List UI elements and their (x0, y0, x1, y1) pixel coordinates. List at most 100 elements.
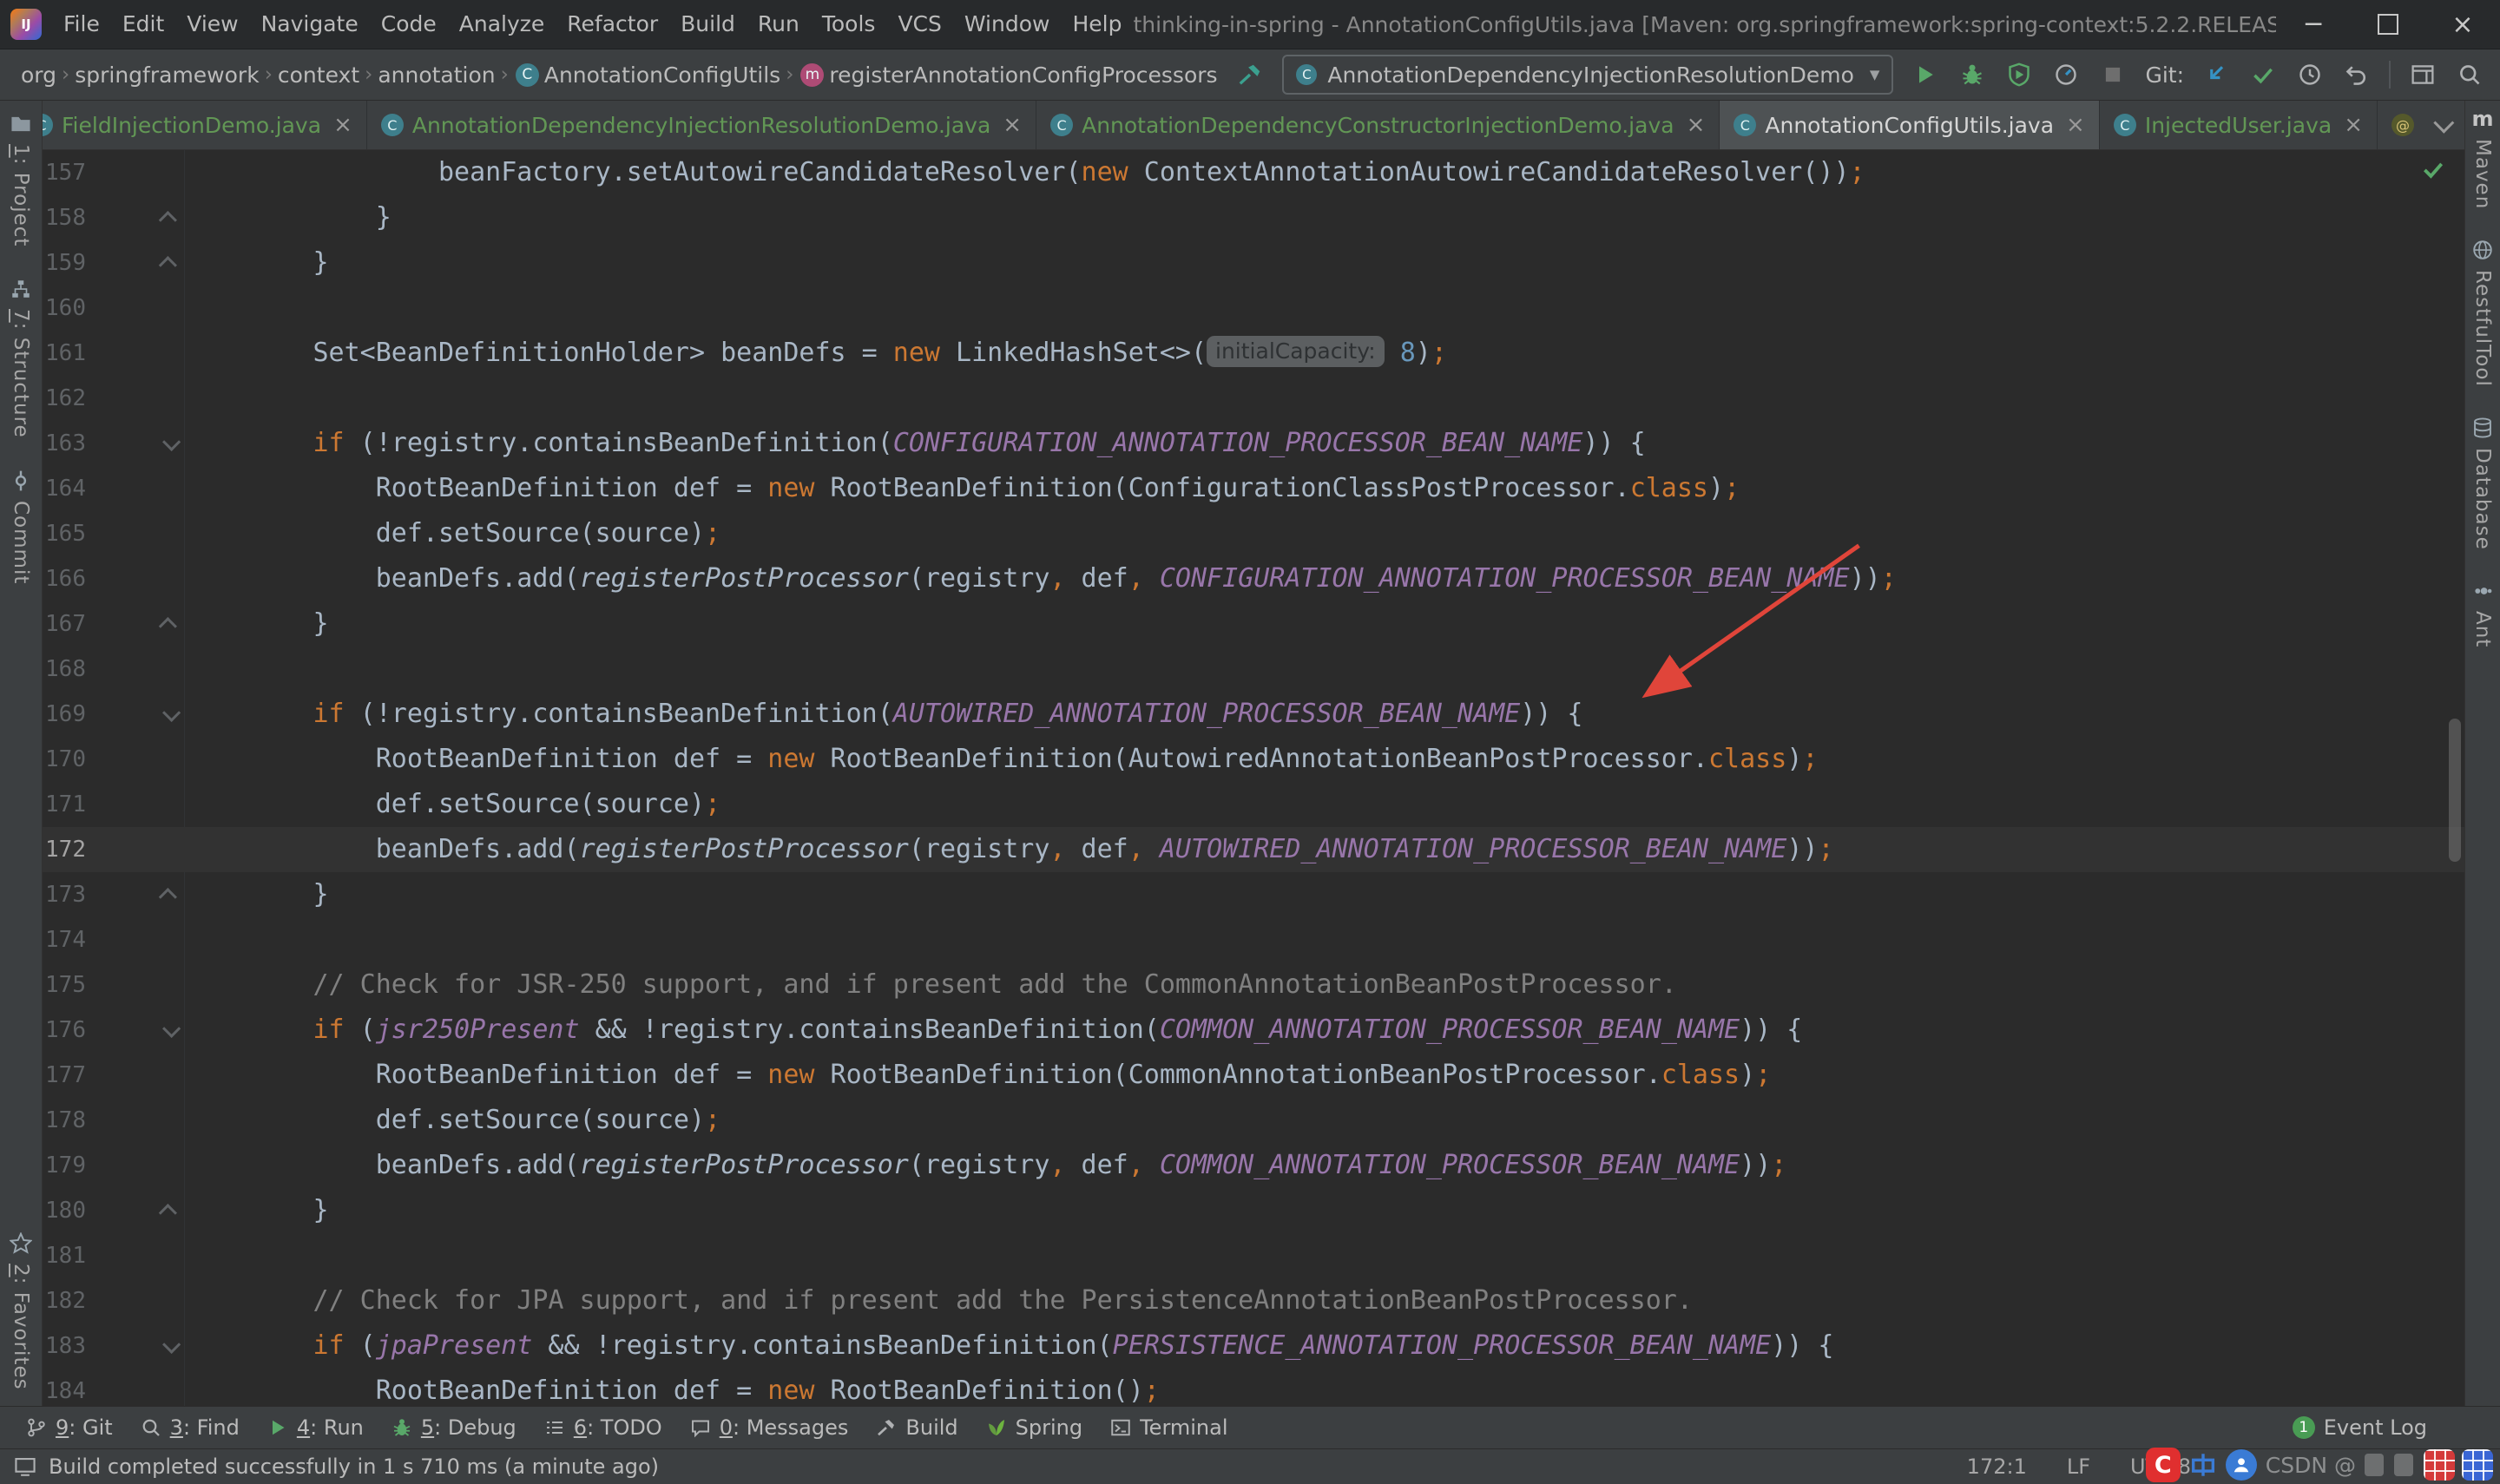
menu-refactor[interactable]: Refactor (556, 0, 669, 49)
fold-marker[interactable] (155, 240, 183, 286)
toolwindow-switcher-icon[interactable] (14, 1455, 36, 1478)
event-log-button[interactable]: 1 Event Log (2293, 1415, 2427, 1440)
run-button[interactable] (1911, 60, 1940, 89)
build-hammer-icon[interactable] (1235, 60, 1265, 89)
git-update-icon[interactable] (2201, 60, 2231, 89)
tool-button-database[interactable]: Database (2471, 417, 2494, 550)
code-line-160[interactable]: 160 (43, 286, 2464, 331)
tool-button-1-project[interactable]: 1: Project (10, 113, 32, 246)
editor-scrollbar[interactable] (2449, 719, 2461, 862)
inspections-ok-icon[interactable] (2421, 157, 2445, 181)
code-line-158[interactable]: 158 } (43, 195, 2464, 240)
breadcrumb-item[interactable]: AnnotationConfigUtils (544, 62, 780, 88)
run-config-selector[interactable]: C AnnotationDependencyInjectionResolutio… (1282, 55, 1893, 95)
toolwindow-build[interactable]: Build (862, 1407, 971, 1448)
breadcrumb-item[interactable]: context (278, 62, 359, 88)
breadcrumb-item[interactable]: registerAnnotationConfigProcessors (829, 62, 1217, 88)
close-tab-icon[interactable]: × (1687, 112, 1706, 138)
fold-marker[interactable] (155, 601, 183, 647)
menu-view[interactable]: View (175, 0, 249, 49)
close-tab-icon[interactable]: × (2344, 112, 2363, 138)
profiler-button[interactable] (2051, 60, 2081, 89)
close-tab-icon[interactable]: × (2066, 112, 2085, 138)
code-line-169[interactable]: 169 if (!registry.containsBeanDefinition… (43, 692, 2464, 737)
code-line-162[interactable]: 162 (43, 376, 2464, 421)
close-tab-icon[interactable]: × (333, 112, 352, 138)
minimize-button[interactable]: ─ (2276, 0, 2351, 49)
code-line-165[interactable]: 165 def.setSource(source); (43, 511, 2464, 556)
code-line-171[interactable]: 171 def.setSource(source); (43, 782, 2464, 827)
code-line-167[interactable]: 167 } (43, 601, 2464, 647)
caret-position[interactable]: 172:1 (1967, 1454, 2027, 1479)
toolwindow-6-todo[interactable]: 6: TODO (530, 1407, 676, 1448)
tool-button-ant[interactable]: Ant (2471, 580, 2494, 647)
menu-edit[interactable]: Edit (111, 0, 175, 49)
layout-windows-icon[interactable] (2408, 60, 2438, 89)
code-line-182[interactable]: 182 // Check for JPA support, and if pre… (43, 1278, 2464, 1323)
code-editor[interactable]: 157 beanFactory.setAutowireCandidateReso… (43, 150, 2464, 1406)
menu-vcs[interactable]: VCS (886, 0, 952, 49)
tab-injecteduser-java[interactable]: CInjectedUser.java× (2100, 101, 2378, 149)
code-line-172[interactable]: 172 beanDefs.add(registerPostProcessor(r… (43, 827, 2464, 872)
fold-marker[interactable] (155, 692, 183, 737)
tool-button-maven[interactable]: mMaven (2471, 108, 2494, 209)
code-line-161[interactable]: 161 Set<BeanDefinitionHolder> beanDefs =… (43, 331, 2464, 376)
code-line-181[interactable]: 181 (43, 1233, 2464, 1278)
tool-button-7-structure[interactable]: 7: Structure (10, 278, 32, 438)
maximize-button[interactable] (2351, 0, 2425, 49)
menu-analyze[interactable]: Analyze (448, 0, 556, 49)
code-line-168[interactable]: 168 (43, 647, 2464, 692)
history-clock-icon[interactable] (2295, 60, 2325, 89)
code-line-176[interactable]: 176 if (jsr250Present && !registry.conta… (43, 1008, 2464, 1053)
tab-annotationconfigutils-java[interactable]: CAnnotationConfigUtils.java× (1720, 101, 2099, 149)
line-ending[interactable]: LF (2067, 1454, 2090, 1479)
tool-button-commit[interactable]: Commit (10, 469, 32, 584)
run-with-coverage-button[interactable] (2004, 60, 2034, 89)
code-line-183[interactable]: 183 if (jpaPresent && !registry.contains… (43, 1323, 2464, 1369)
toolwindow-5-debug[interactable]: 5: Debug (378, 1407, 530, 1448)
fold-marker[interactable] (155, 1008, 183, 1053)
code-line-175[interactable]: 175 // Check for JSR-250 support, and if… (43, 962, 2464, 1008)
menu-navigate[interactable]: Navigate (250, 0, 370, 49)
fold-marker[interactable] (155, 421, 183, 466)
menu-run[interactable]: Run (747, 0, 811, 49)
tab-autowired-java[interactable]: @Autowired.java× (2378, 101, 2418, 149)
menu-build[interactable]: Build (669, 0, 747, 49)
code-line-180[interactable]: 180 } (43, 1188, 2464, 1233)
toolwindow-spring[interactable]: Spring (972, 1407, 1096, 1448)
menu-tools[interactable]: Tools (811, 0, 887, 49)
search-everywhere-icon[interactable] (2455, 60, 2484, 89)
git-commit-check-icon[interactable] (2248, 60, 2278, 89)
breadcrumb-item[interactable]: springframework (75, 62, 259, 88)
code-line-174[interactable]: 174 (43, 917, 2464, 962)
breadcrumb-item[interactable]: org (21, 62, 56, 88)
toolwindow-terminal[interactable]: Terminal (1096, 1407, 1241, 1448)
code-line-177[interactable]: 177 RootBeanDefinition def = new RootBea… (43, 1053, 2464, 1098)
menu-window[interactable]: Window (953, 0, 1062, 49)
code-line-163[interactable]: 163 if (!registry.containsBeanDefinition… (43, 421, 2464, 466)
menu-code[interactable]: Code (370, 0, 448, 49)
fold-marker[interactable] (155, 872, 183, 917)
menu-file[interactable]: File (52, 0, 111, 49)
code-line-184[interactable]: 184 RootBeanDefinition def = new RootBea… (43, 1369, 2464, 1406)
rollback-icon[interactable] (2342, 60, 2372, 89)
tool-button-2-favorites[interactable]: 2: Favorites (10, 1232, 32, 1390)
tab-fieldinjectiondemo-java[interactable]: CFieldInjectionDemo.java× (43, 101, 367, 149)
fold-marker[interactable] (155, 195, 183, 240)
code-line-157[interactable]: 157 beanFactory.setAutowireCandidateReso… (43, 150, 2464, 195)
debug-button[interactable] (1957, 60, 1987, 89)
tab-annotationdependencyinjectionresolutiondemo-java[interactable]: CAnnotationDependencyInjectionResolution… (367, 101, 1036, 149)
close-button[interactable]: × (2425, 0, 2500, 49)
toolwindow-9-git[interactable]: 9: Git (12, 1407, 127, 1448)
toolwindow-4-run[interactable]: 4: Run (253, 1407, 378, 1448)
breadcrumb-item[interactable]: annotation (378, 62, 495, 88)
code-line-173[interactable]: 173 } (43, 872, 2464, 917)
fold-marker[interactable] (155, 1323, 183, 1369)
menu-help[interactable]: Help (1061, 0, 1133, 49)
code-line-178[interactable]: 178 def.setSource(source); (43, 1098, 2464, 1143)
tab-overflow-button[interactable] (2418, 101, 2464, 149)
code-line-166[interactable]: 166 beanDefs.add(registerPostProcessor(r… (43, 556, 2464, 601)
stop-button[interactable] (2098, 60, 2128, 89)
tool-button-restfultool[interactable]: RestfulTool (2471, 239, 2494, 387)
code-line-164[interactable]: 164 RootBeanDefinition def = new RootBea… (43, 466, 2464, 511)
